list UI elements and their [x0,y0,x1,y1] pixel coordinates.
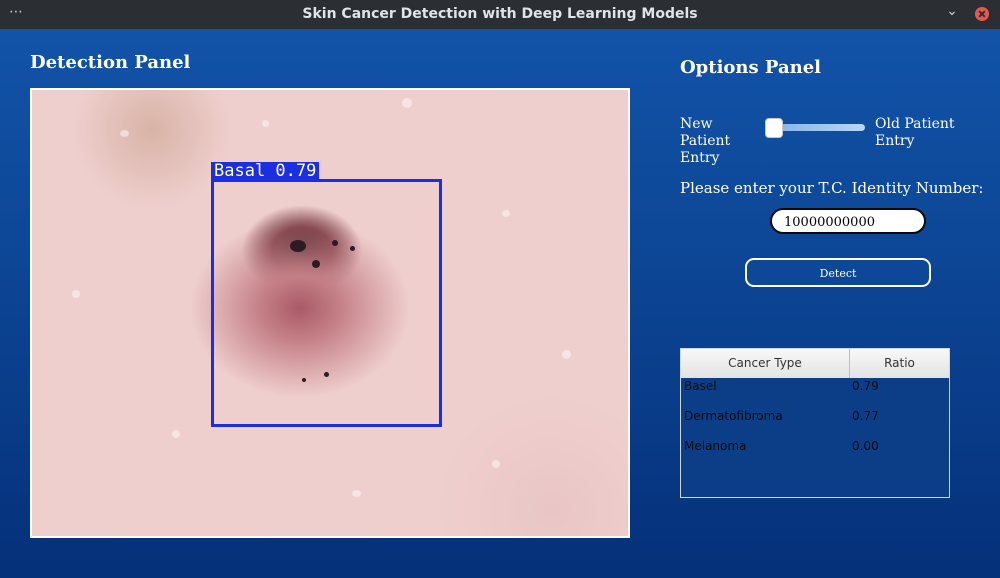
skin-spot [120,130,129,137]
skin-spot [502,210,510,217]
results-table: Cancer Type Ratio Basel 0.79 Dermatofibr… [680,348,950,498]
column-header-ratio[interactable]: Ratio [850,349,949,378]
detection-label: Basal 0.79 [211,162,320,180]
minimize-icon[interactable]: ⌄ [943,3,961,23]
identity-number-input[interactable]: 10000000000 [770,208,926,234]
id-prompt: Please enter your T.C. Identity Number: [680,179,984,197]
skin-spot [72,290,80,298]
detection-panel-title: Detection Panel [30,52,191,73]
table-cell-ratio[interactable]: 0.00 [852,439,879,453]
detect-button[interactable]: Detect [745,258,931,287]
title-bar: ⋯ Skin Cancer Detection with Deep Learni… [0,0,1000,29]
skin-spot [402,98,412,108]
column-header-cancer-type[interactable]: Cancer Type [681,349,850,378]
slider-left-label: New Patient Entry [680,116,731,166]
table-header: Cancer Type Ratio [681,349,949,378]
detection-image: Basal 0.79 [30,88,630,538]
slider-right-label: Old Patient Entry [875,116,955,149]
slider-handle[interactable] [765,118,783,138]
main-window: Detection Panel Basal 0.79 Options Panel… [0,29,1000,578]
detection-bounding-box [211,179,442,427]
skin-spot [352,490,361,497]
table-cell-ratio[interactable]: 0.79 [852,379,879,393]
table-cell-type[interactable]: Basel [684,379,717,393]
skin-spot [562,350,571,359]
window-title: Skin Cancer Detection with Deep Learning… [302,6,698,22]
skin-spot [492,460,500,468]
table-cell-type[interactable]: Dermatofibroma [684,409,783,423]
close-icon[interactable] [975,7,989,21]
skin-spot [262,120,269,127]
table-cell-type[interactable]: Melanoma [684,439,746,453]
skin-spot [172,430,180,438]
options-panel-title: Options Panel [680,57,822,78]
table-cell-ratio[interactable]: 0.77 [852,409,879,423]
